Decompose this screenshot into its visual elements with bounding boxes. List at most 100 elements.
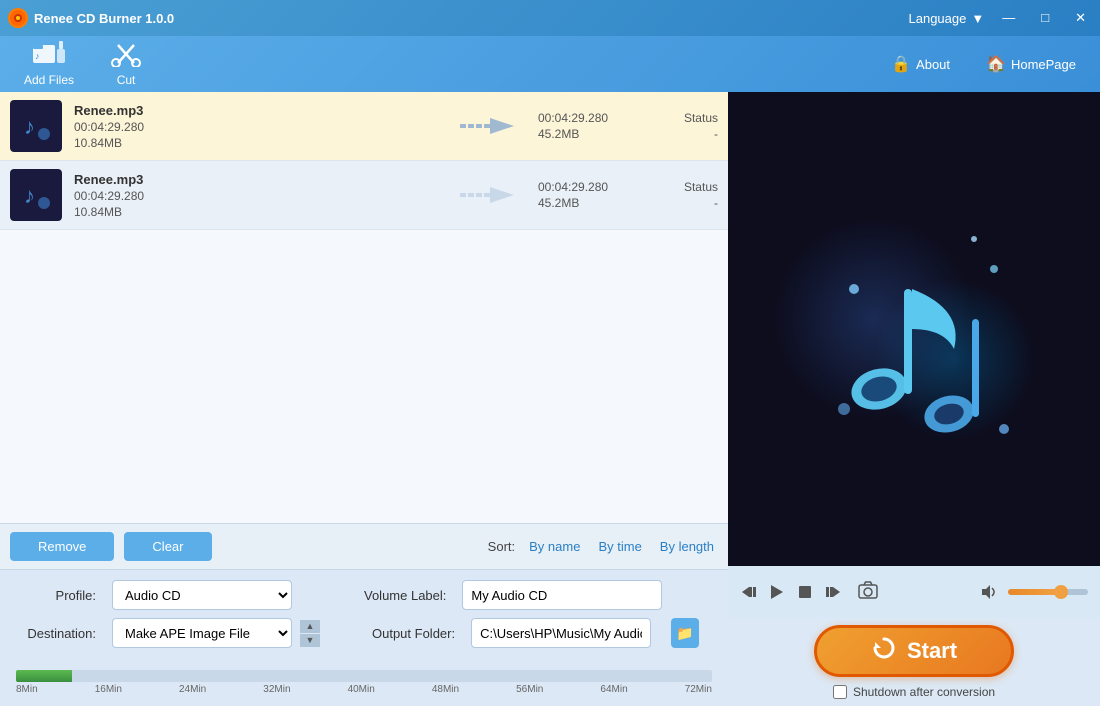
- progress-area: 8Min 16Min 24Min 32Min 40Min 48Min 56Min…: [0, 666, 728, 706]
- progress-labels: 8Min 16Min 24Min 32Min 40Min 48Min 56Min…: [16, 684, 712, 695]
- svg-text:♪: ♪: [35, 51, 40, 61]
- camera-button[interactable]: [858, 581, 878, 604]
- file-status: Status -: [638, 111, 718, 141]
- status-value: -: [714, 127, 718, 141]
- file-duration: 00:04:29.280: [74, 120, 438, 134]
- shutdown-checkbox[interactable]: [833, 685, 847, 699]
- file-thumbnail: ♪: [10, 169, 62, 221]
- progress-label: 64Min: [600, 684, 627, 695]
- volume-label: Volume Label:: [364, 588, 446, 603]
- browse-folder-button[interactable]: 📁: [671, 618, 699, 648]
- toolbar-left: ♪ Add Files Cut: [16, 37, 150, 91]
- file-size: 10.84MB: [74, 205, 438, 219]
- refresh-icon: [871, 635, 897, 667]
- homepage-button[interactable]: 🏠 HomePage: [978, 50, 1084, 78]
- destination-label: Destination:: [16, 626, 96, 641]
- progress-label: 48Min: [432, 684, 459, 695]
- cut-button[interactable]: Cut: [102, 37, 150, 91]
- output-duration: 00:04:29.280: [538, 111, 638, 125]
- arrow-area: [438, 114, 538, 138]
- table-row: ♪ Renee.mp3 00:04:29.280 10.84MB: [0, 161, 728, 230]
- skip-forward-button[interactable]: [824, 583, 842, 601]
- file-list: ♪ Renee.mp3 00:04:29.280 10.84MB: [0, 92, 728, 523]
- stop-button[interactable]: [796, 583, 814, 601]
- file-duration: 00:04:29.280: [74, 189, 438, 203]
- progress-label: 16Min: [95, 684, 122, 695]
- start-label: Start: [907, 638, 957, 664]
- close-button[interactable]: ✕: [1069, 8, 1092, 28]
- status-label: Status: [684, 111, 718, 125]
- shutdown-label: Shutdown after conversion: [853, 685, 995, 699]
- destination-row: Destination: Make APE Image File Burn to…: [16, 618, 712, 648]
- volume-input[interactable]: [462, 580, 662, 610]
- up-button[interactable]: ▲: [300, 620, 320, 633]
- music-illustration: [774, 199, 1054, 459]
- progress-label: 8Min: [16, 684, 38, 695]
- output-folder-input[interactable]: [471, 618, 651, 648]
- add-files-label: Add Files: [24, 73, 74, 87]
- destination-select-wrapper: Make APE Image File Burn to CD: [112, 618, 292, 648]
- progress-label: 56Min: [516, 684, 543, 695]
- skip-back-button[interactable]: [740, 583, 758, 601]
- progress-bar-container: 8Min 16Min 24Min 32Min 40Min 48Min 56Min…: [16, 670, 712, 698]
- file-status: Status -: [638, 180, 718, 210]
- cut-icon: [110, 41, 142, 71]
- profile-row: Profile: Audio CD MP3 CD Data CD Volume …: [16, 580, 712, 610]
- status-value: -: [714, 196, 718, 210]
- bottom-controls: Remove Clear Sort: By name By time By le…: [0, 523, 728, 569]
- app-title: Renee CD Burner 1.0.0: [34, 11, 174, 26]
- sort-by-length[interactable]: By length: [656, 537, 718, 556]
- language-button[interactable]: Language ▼: [909, 11, 985, 26]
- volume-thumb: [1054, 585, 1068, 599]
- cut-label: Cut: [117, 73, 136, 87]
- sort-by-name[interactable]: By name: [525, 537, 584, 556]
- toolbar-right: 🔒 About 🏠 HomePage: [883, 50, 1084, 78]
- settings-area: Profile: Audio CD MP3 CD Data CD Volume …: [0, 569, 728, 666]
- svg-text:♪: ♪: [24, 114, 35, 139]
- svg-text:♪: ♪: [24, 183, 35, 208]
- shutdown-checkbox-area[interactable]: Shutdown after conversion: [833, 685, 995, 699]
- file-name: Renee.mp3: [74, 103, 438, 118]
- add-files-icon: ♪: [33, 41, 65, 71]
- file-info: Renee.mp3 00:04:29.280 10.84MB: [74, 172, 438, 219]
- sort-label: Sort:: [488, 539, 515, 554]
- file-info: Renee.mp3 00:04:29.280 10.84MB: [74, 103, 438, 150]
- play-button[interactable]: [768, 583, 786, 601]
- app-logo: [8, 8, 28, 28]
- titlebar-left: Renee CD Burner 1.0.0: [8, 8, 174, 28]
- destination-controls: Make APE Image File Burn to CD ▲ ▼: [112, 618, 320, 648]
- down-button[interactable]: ▼: [300, 634, 320, 647]
- titlebar: Renee CD Burner 1.0.0 Language ▼ — □ ✕: [0, 0, 1100, 36]
- volume-fill: [1008, 589, 1056, 595]
- player-controls: [728, 566, 1100, 618]
- menubar: ♪ Add Files Cut 🔒 About 🏠 Hom: [0, 36, 1100, 92]
- profile-select[interactable]: Audio CD MP3 CD Data CD: [112, 580, 292, 610]
- profile-label: Profile:: [16, 588, 96, 603]
- window-controls: — □ ✕: [996, 8, 1092, 28]
- clear-button[interactable]: Clear: [124, 532, 211, 561]
- about-button[interactable]: 🔒 About: [883, 50, 958, 78]
- language-dropdown-icon: ▼: [971, 11, 984, 26]
- main-area: ♪ Renee.mp3 00:04:29.280 10.84MB: [0, 92, 1100, 706]
- sort-area: Sort: By name By time By length: [488, 537, 718, 556]
- maximize-button[interactable]: □: [1035, 8, 1055, 28]
- right-panel: Start Shutdown after conversion: [728, 92, 1100, 706]
- add-files-button[interactable]: ♪ Add Files: [16, 37, 82, 91]
- minimize-button[interactable]: —: [996, 8, 1021, 28]
- output-size: 45.2MB: [538, 196, 638, 210]
- destination-select[interactable]: Make APE Image File Burn to CD: [112, 618, 292, 648]
- output-size: 45.2MB: [538, 127, 638, 141]
- language-label: Language: [909, 11, 967, 26]
- output-duration: 00:04:29.280: [538, 180, 638, 194]
- sort-by-time[interactable]: By time: [594, 537, 645, 556]
- volume-button[interactable]: [980, 583, 998, 601]
- remove-button[interactable]: Remove: [10, 532, 114, 561]
- folder-icon: 📁: [676, 625, 693, 642]
- output-folder-label: Output Folder:: [372, 626, 455, 641]
- file-size: 10.84MB: [74, 136, 438, 150]
- start-button[interactable]: Start: [814, 625, 1014, 677]
- table-row: ♪ Renee.mp3 00:04:29.280 10.84MB: [0, 92, 728, 161]
- preview-area: [728, 92, 1100, 566]
- about-icon: 🔒: [891, 54, 911, 74]
- volume-slider[interactable]: [1008, 589, 1088, 595]
